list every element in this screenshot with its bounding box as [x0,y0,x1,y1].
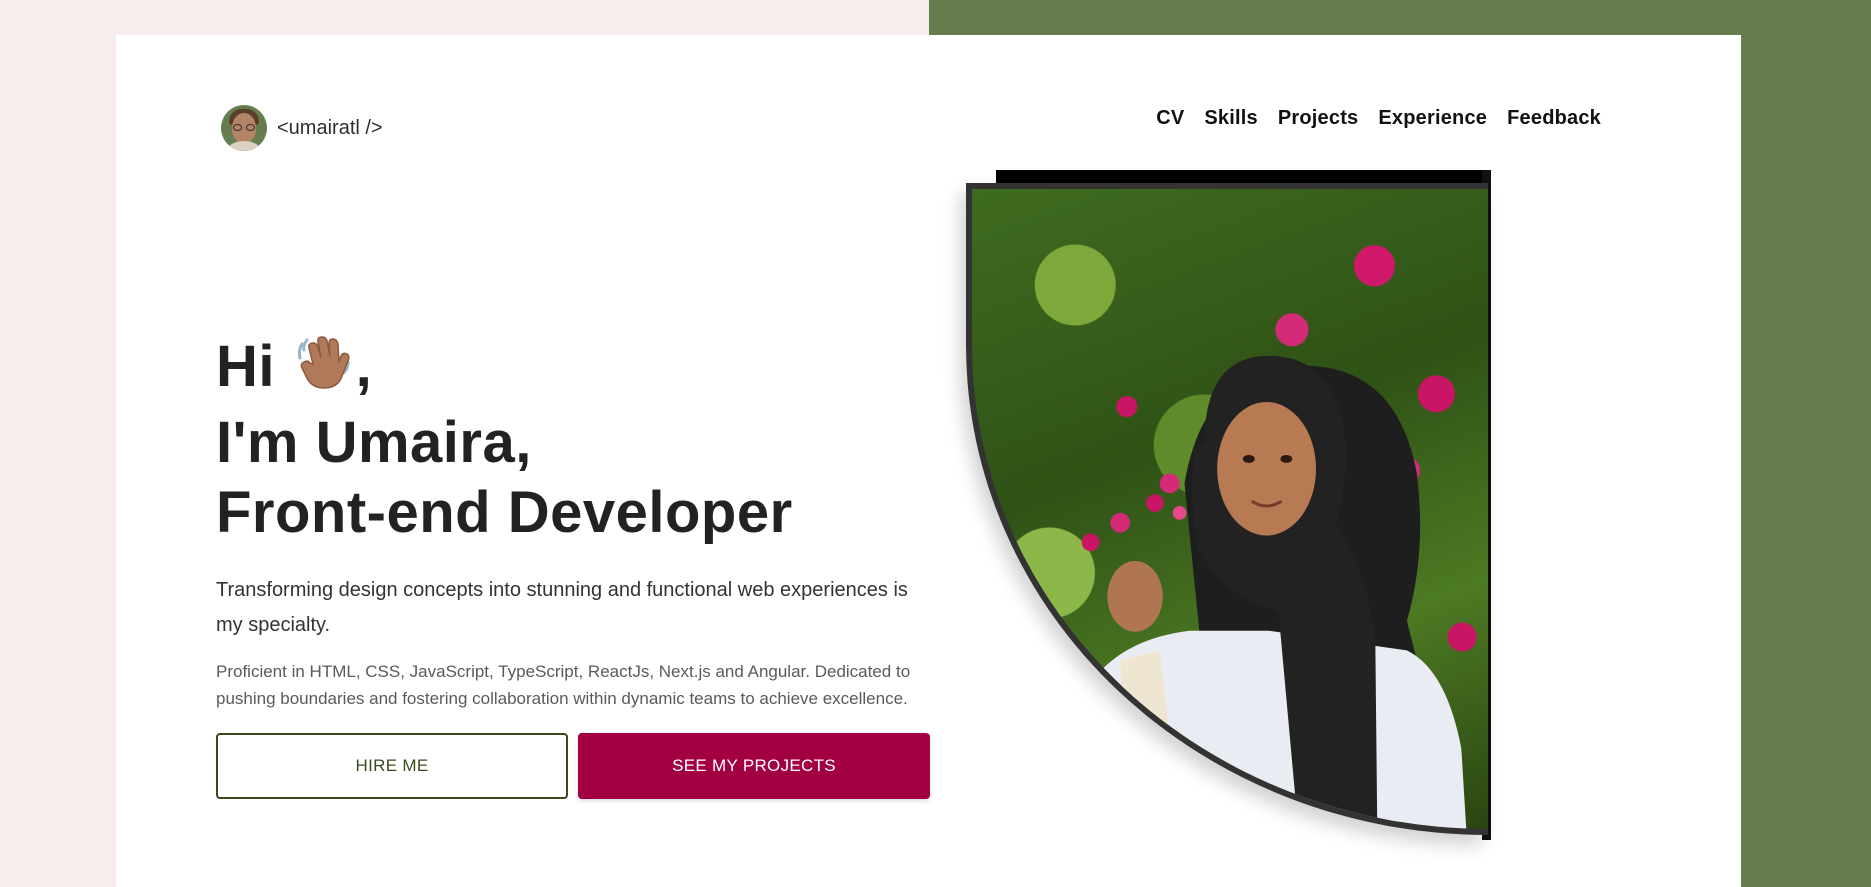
waving-hand-icon [296,334,352,408]
hero-tagline: Transforming design concepts into stunni… [216,579,908,636]
hero-intro: Hi , I'm Umaira, Front-end Developer Tra… [216,332,936,799]
nav-link-feedback[interactable]: Feedback [1507,107,1601,130]
greeting-text: Hi [216,334,275,399]
nav-link-cv[interactable]: CV [1156,107,1184,130]
hero-headline: Hi , I'm Umaira, Front-end Developer [216,332,936,548]
see-projects-button[interactable]: SEE MY PROJECTS [578,733,930,799]
profile-photo [966,183,1488,835]
nav-link-experience[interactable]: Experience [1378,107,1487,130]
greeting-suffix: , [355,334,373,399]
profile-photo-frame [966,170,1491,840]
site-logo[interactable]: <umairatl /> [221,105,383,151]
hire-me-button[interactable]: HIRE ME [216,733,568,799]
avatar [221,105,267,151]
greeting-line: Hi , [216,332,936,408]
nav-link-skills[interactable]: Skills [1204,107,1257,130]
logo-text: <umairatl /> [277,116,383,139]
main-nav: CV Skills Projects Experience Feedback [1156,107,1601,130]
hero-description: Proficient in HTML, CSS, JavaScript, Typ… [216,662,911,708]
portrait-figure [1060,355,1467,829]
name-line: I'm Umaira, [216,410,532,475]
role-line: Front-end Developer [216,480,793,545]
hero-actions: HIRE ME SEE MY PROJECTS [216,733,936,799]
hero-card: <umairatl /> CV Skills Projects Experien… [116,35,1741,887]
nav-link-projects[interactable]: Projects [1278,107,1359,130]
